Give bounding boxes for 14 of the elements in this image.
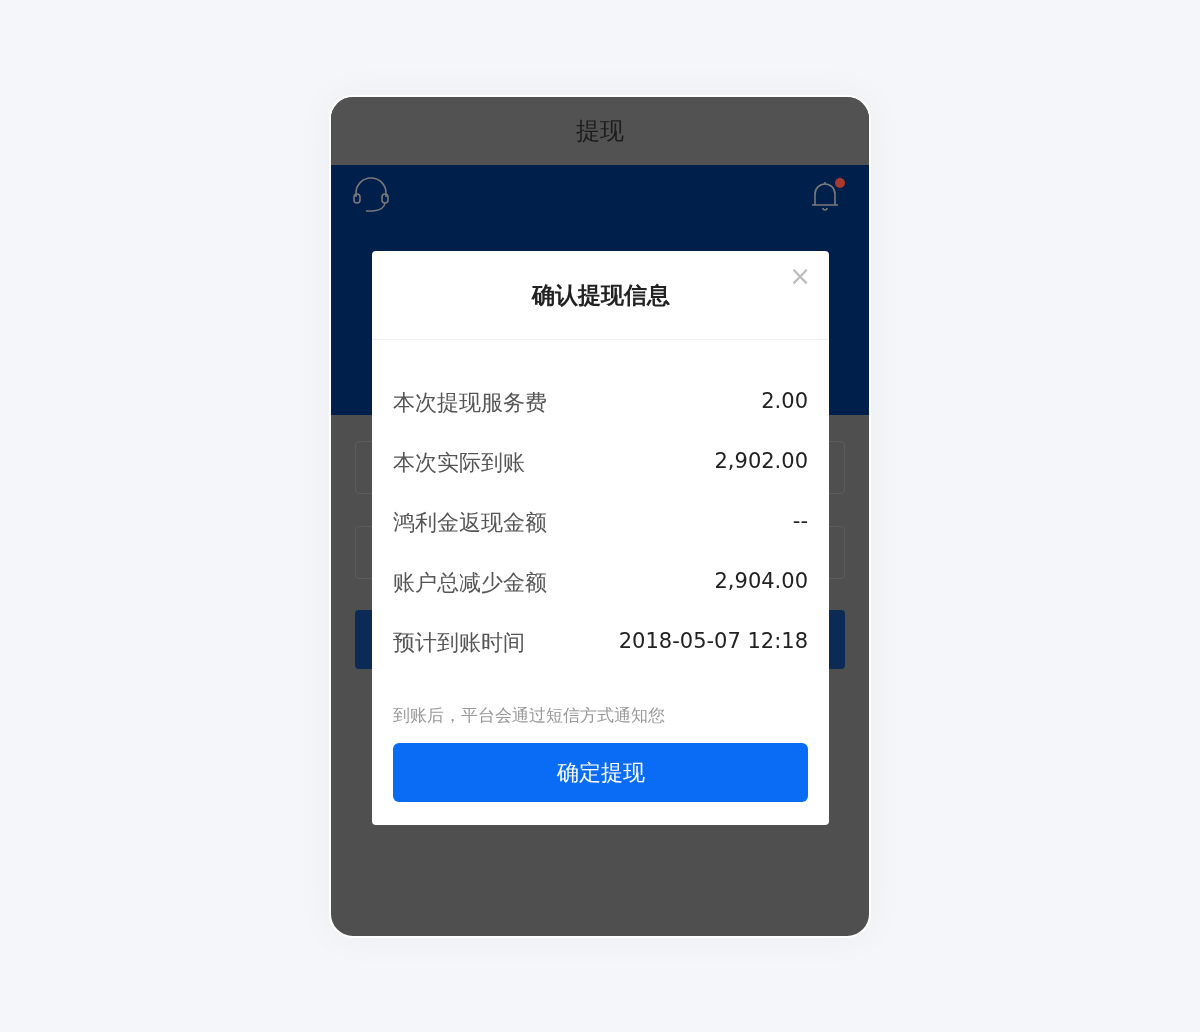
row-value: 2,902.00 <box>714 448 808 476</box>
row-value: 2.00 <box>761 388 808 416</box>
row-value: 2,904.00 <box>714 568 808 596</box>
row-label: 本次实际到账 <box>393 448 525 477</box>
row-label: 鸿利金返现金额 <box>393 508 547 537</box>
dialog-title: 确认提现信息 <box>531 280 670 310</box>
note-text: 到账后，平台会通过短信方式通知您 <box>393 704 666 727</box>
headset-icon[interactable] <box>351 175 391 215</box>
row-label: 预计到账时间 <box>393 628 525 657</box>
row-value: -- <box>792 508 808 536</box>
row-label: 本次提现服务费 <box>393 388 547 417</box>
row-value: 2018-05-07 12:18 <box>618 628 808 656</box>
row-label: 账户总减少金额 <box>393 568 547 597</box>
confirm-button[interactable]: 确定提现 <box>393 742 808 802</box>
